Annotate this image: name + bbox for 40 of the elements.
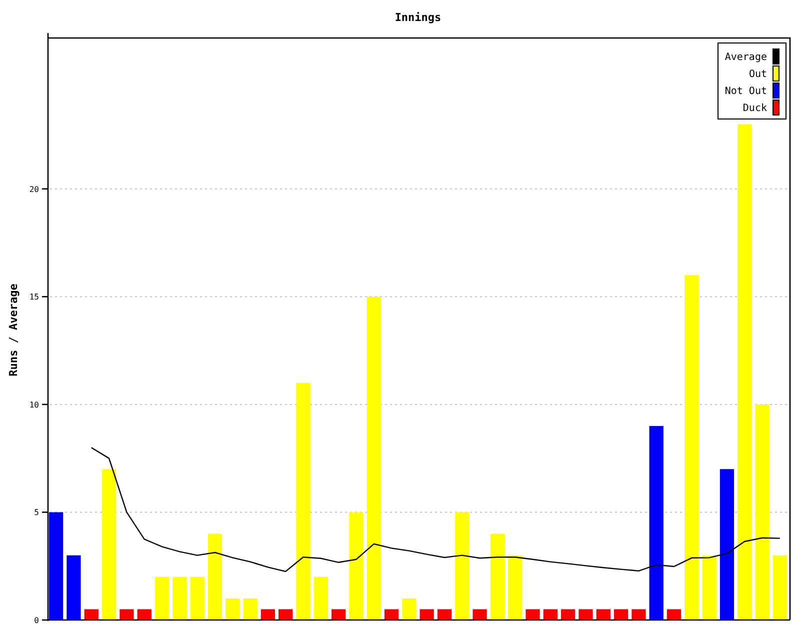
bar	[508, 555, 522, 620]
bar	[120, 609, 134, 620]
legend-label: Average	[724, 52, 767, 63]
bar	[190, 576, 204, 620]
y-axis-label: Runs / Average	[7, 284, 20, 376]
bar	[420, 609, 434, 620]
bar	[614, 609, 628, 620]
bar	[332, 609, 346, 620]
legend-label: Out	[748, 69, 767, 80]
bar	[472, 609, 487, 620]
bar	[226, 598, 240, 620]
bar	[702, 555, 716, 620]
bar	[66, 555, 81, 620]
tick-label: 5	[34, 508, 39, 518]
bar	[596, 609, 610, 620]
bar	[561, 609, 576, 620]
bar	[314, 576, 328, 620]
tick-label: 20	[29, 184, 39, 194]
tick-label: 0	[34, 616, 39, 625]
bar	[543, 609, 558, 620]
bar	[137, 609, 152, 620]
tick-label: 10	[29, 400, 39, 410]
bar	[632, 609, 646, 620]
chart-title: Innings	[394, 11, 442, 24]
bar	[154, 576, 170, 620]
bar	[172, 576, 187, 620]
bar	[578, 609, 593, 620]
bar	[243, 598, 258, 620]
bar	[772, 555, 787, 620]
legend-label: Duck	[742, 103, 767, 114]
bar	[402, 598, 416, 620]
bar	[666, 609, 682, 620]
bar	[278, 609, 293, 620]
bar	[260, 609, 275, 620]
legend-label: Not Out	[724, 86, 767, 97]
bar	[437, 609, 452, 620]
tick-label: 15	[29, 292, 39, 302]
bar	[526, 609, 540, 620]
bar	[384, 609, 399, 620]
bar	[84, 609, 98, 620]
